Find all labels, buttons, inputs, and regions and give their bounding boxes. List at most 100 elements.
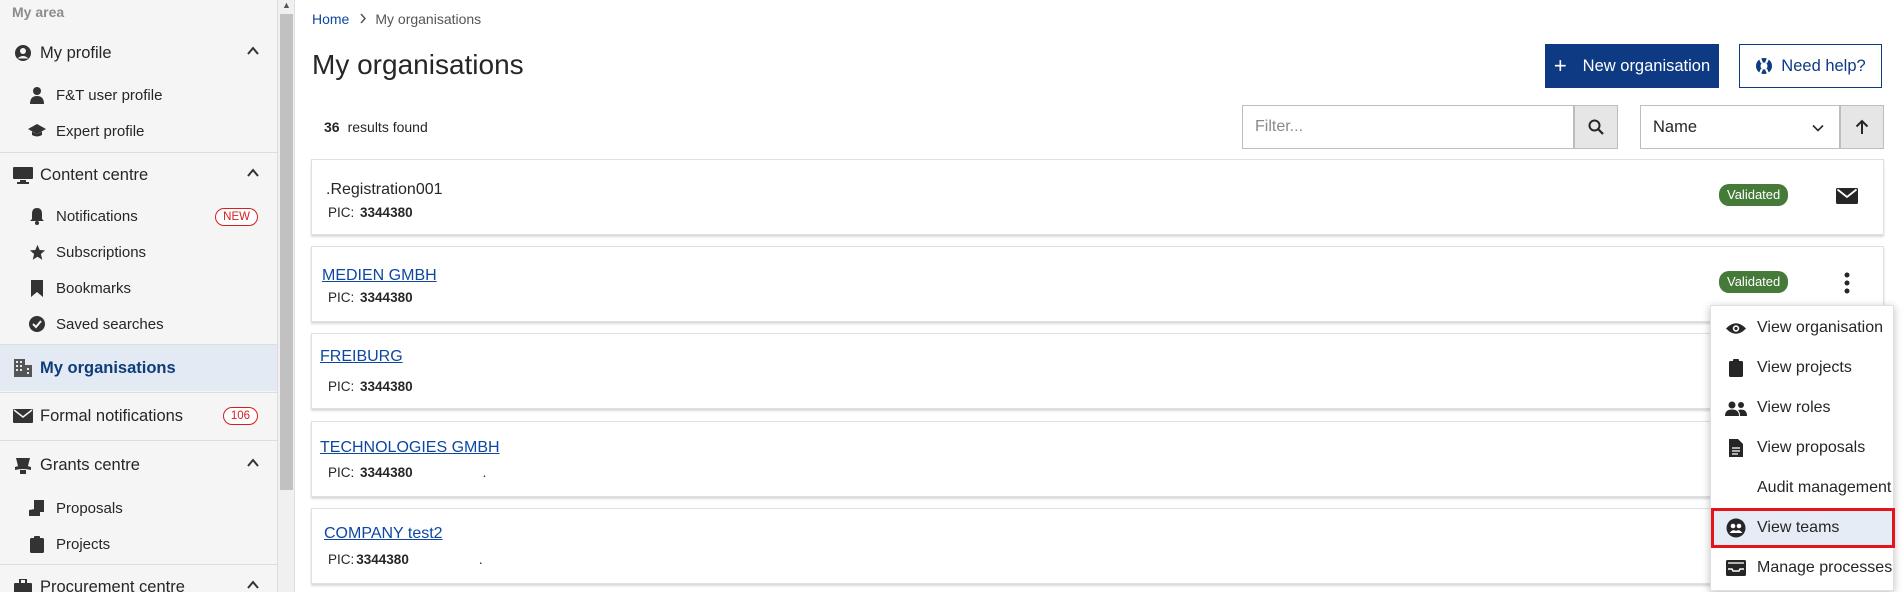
star-icon <box>28 244 46 261</box>
sort-selected-value: Name <box>1653 117 1698 136</box>
menu-item-view-teams[interactable]: View teams <box>1711 508 1895 548</box>
chevron-up-icon[interactable] <box>246 44 260 58</box>
building-icon <box>12 359 34 377</box>
sidebar-area-title: My area <box>12 4 65 20</box>
hand-document-icon <box>28 499 46 517</box>
menu-item-label: View projects <box>1757 359 1852 376</box>
sidebar-section-content-centre[interactable]: Content centre <box>0 153 277 197</box>
menu-item-view-roles[interactable]: View roles <box>1711 388 1895 428</box>
sidebar-section-label: My profile <box>40 43 112 62</box>
sidebar-section-label: Content centre <box>40 165 149 184</box>
sidebar-item-ft-user-profile[interactable]: F&T user profile <box>0 77 277 113</box>
chevron-up-icon[interactable] <box>246 166 260 180</box>
new-badge: NEW <box>215 208 258 226</box>
envelope-check-icon <box>12 408 34 424</box>
sidebar: My area My profile F&T user profile Expe… <box>0 0 278 592</box>
organisation-card: .Registration001 PIC: 3344380 Validated <box>311 159 1884 235</box>
clipboard-icon <box>28 535 46 553</box>
menu-item-label: View proposals <box>1757 439 1866 456</box>
filter-search-button[interactable] <box>1574 105 1618 149</box>
chevron-right-icon <box>359 12 367 27</box>
organisation-card: TECHNOLOGIES GMBH PIC: 3344380. <box>311 421 1884 497</box>
sidebar-item-notifications[interactable]: Notifications NEW <box>0 198 277 234</box>
sidebar-divider <box>0 440 277 441</box>
chevron-up-icon[interactable] <box>246 456 260 470</box>
sidebar-item-label: Proposals <box>56 499 123 517</box>
sidebar-section-label: Procurement centre <box>40 577 185 592</box>
organisation-pic: PIC: 3344380 <box>328 379 413 394</box>
organisation-actions-menu: View organisation View projects View rol… <box>1710 305 1895 591</box>
need-help-button[interactable]: Need help? <box>1739 44 1882 88</box>
sidebar-scrollbar[interactable]: ▲ <box>278 0 295 592</box>
kebab-icon <box>1844 272 1850 294</box>
sidebar-item-bookmarks[interactable]: Bookmarks <box>0 270 277 306</box>
menu-item-audit-management[interactable]: Audit management <box>1711 468 1895 508</box>
contact-button[interactable] <box>1831 180 1863 212</box>
sidebar-section-grants-centre[interactable]: Grants centre <box>0 443 277 487</box>
sidebar-item-label: Saved searches <box>56 315 164 333</box>
menu-item-label: View roles <box>1757 399 1831 416</box>
sidebar-item-label: Subscriptions <box>56 243 147 261</box>
eye-icon <box>1723 322 1749 335</box>
menu-item-manage-processes[interactable]: Manage processes <box>1711 548 1895 588</box>
menu-item-label: View teams <box>1757 519 1840 536</box>
sidebar-item-label: Notifications <box>56 207 138 225</box>
sidebar-item-label: My organisations <box>40 358 176 377</box>
chevron-down-icon <box>1812 124 1824 132</box>
organisation-name-link[interactable]: FREIBURG <box>320 348 403 366</box>
sort-direction-button[interactable] <box>1840 105 1884 149</box>
users-icon <box>1723 401 1749 416</box>
sidebar-section-label: Grants centre <box>40 455 140 474</box>
user-circle-icon <box>12 44 34 62</box>
sidebar-item-expert-profile[interactable]: Expert profile <box>0 113 277 149</box>
sidebar-item-label: Bookmarks <box>56 279 132 297</box>
menu-item-view-organisation[interactable]: View organisation <box>1711 308 1895 348</box>
count-badge: 106 <box>222 407 258 425</box>
sidebar-section-my-profile[interactable]: My profile <box>0 31 277 75</box>
more-actions-button[interactable] <box>1831 267 1863 299</box>
sort-select[interactable]: Name <box>1640 105 1840 149</box>
menu-item-view-proposals[interactable]: View proposals <box>1711 428 1895 468</box>
new-organisation-button[interactable]: + New organisation <box>1545 44 1719 88</box>
menu-item-label: View organisation <box>1757 319 1884 336</box>
arrow-up-icon <box>1855 119 1869 134</box>
organisation-name-link[interactable]: MEDIEN GMBH <box>322 267 437 285</box>
team-icon <box>1723 518 1749 538</box>
menu-item-label: Audit management <box>1757 479 1892 496</box>
need-help-label: Need help? <box>1781 56 1866 75</box>
chevron-up-icon[interactable] <box>246 578 260 592</box>
results-label: results found <box>347 119 428 135</box>
main-content: Home My organisations My organisations +… <box>296 0 1904 592</box>
clipboard-icon <box>1723 359 1749 377</box>
status-badge: Validated <box>1719 184 1789 206</box>
sidebar-item-subscriptions[interactable]: Subscriptions <box>0 234 277 270</box>
scrollbar-thumb[interactable] <box>280 14 293 490</box>
sidebar-item-saved-searches[interactable]: Saved searches <box>0 306 277 342</box>
organisation-name-link[interactable]: COMPANY test2 <box>324 525 443 543</box>
scroll-up-arrow-icon[interactable]: ▲ <box>282 0 291 10</box>
grants-icon <box>12 456 34 474</box>
bookmark-icon <box>28 279 46 297</box>
search-icon <box>1588 119 1604 135</box>
sidebar-item-my-organisations[interactable]: My organisations <box>0 345 277 391</box>
sidebar-item-formal-notifications[interactable]: Formal notifications 106 <box>0 393 277 439</box>
graduation-cap-icon <box>28 123 46 139</box>
menu-item-view-projects[interactable]: View projects <box>1711 348 1895 388</box>
breadcrumb: Home My organisations <box>312 11 481 27</box>
filter-input[interactable] <box>1242 105 1574 149</box>
organisation-pic: PIC: 3344380. <box>328 465 487 480</box>
check-circle-icon <box>28 316 46 332</box>
menu-item-label: Manage processes <box>1757 559 1893 576</box>
breadcrumb-current: My organisations <box>375 11 482 27</box>
organisation-name-link[interactable]: TECHNOLOGIES GMBH <box>320 439 500 457</box>
sidebar-item-label: Projects <box>56 535 111 553</box>
sidebar-section-procurement-centre[interactable]: Procurement centre <box>0 565 277 592</box>
results-number: 36 <box>324 119 340 135</box>
breadcrumb-home-link[interactable]: Home <box>312 11 349 27</box>
new-organisation-label: New organisation <box>1582 56 1711 75</box>
bell-icon <box>28 207 46 225</box>
status-badge: Validated <box>1719 271 1789 293</box>
sidebar-item-proposals[interactable]: Proposals <box>0 490 277 526</box>
organisation-pic: PIC: 3344380 <box>328 290 413 305</box>
sidebar-item-projects[interactable]: Projects <box>0 526 277 562</box>
